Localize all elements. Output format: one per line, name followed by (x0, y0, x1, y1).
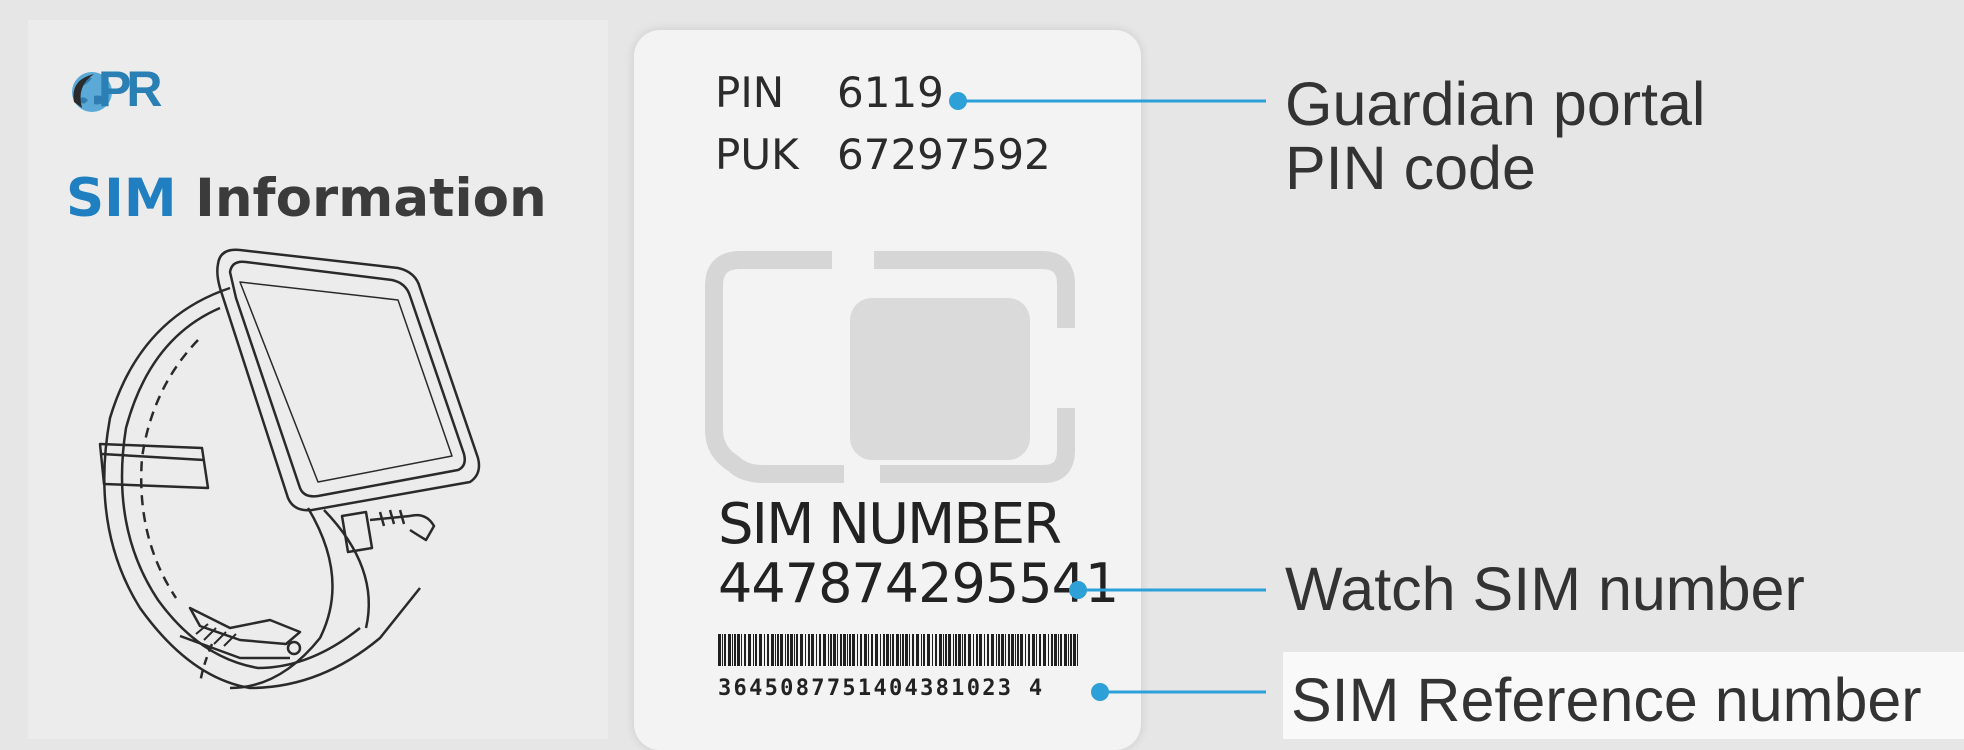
callout-guardian-pin-line1: Guardian portal (1285, 70, 1706, 138)
callout-guardian-pin-line2: PIN code (1285, 134, 1536, 202)
callout-watch-sim: Watch SIM number (1285, 555, 1805, 623)
callout-guardian-pin: Guardian portal PIN code (1285, 72, 1705, 200)
pin-connector-dot (949, 92, 967, 110)
watch-sim-connector-dot (1069, 581, 1087, 599)
callout-reference: SIM Reference number (1291, 666, 1922, 734)
callout-reference-box: SIM Reference number (1283, 652, 1964, 739)
reference-connector-dot (1091, 683, 1109, 701)
